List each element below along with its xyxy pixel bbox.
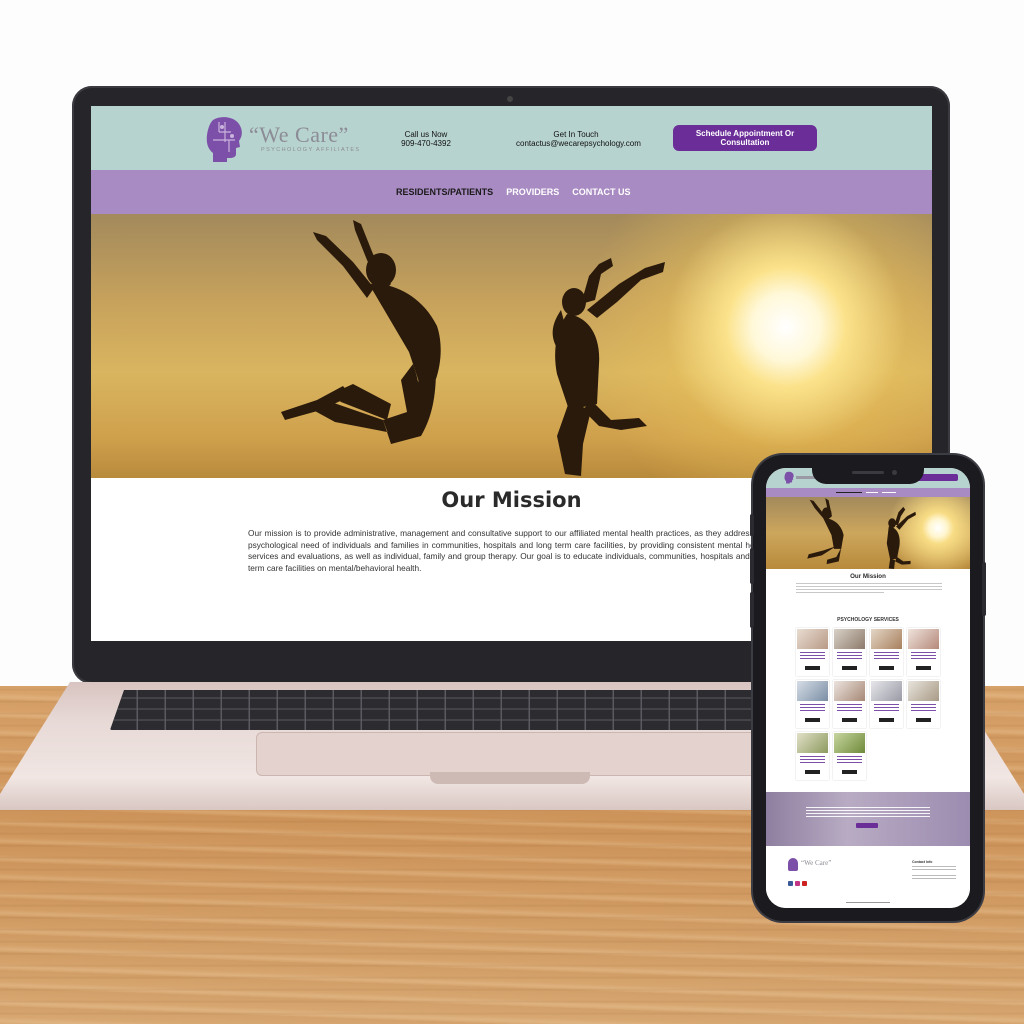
mobile-nav-item-contact[interactable] (882, 492, 896, 493)
mobile-copyright (846, 902, 890, 903)
mobile-footer-contact-title: Contact Info (912, 860, 933, 864)
mobile-banner-text (806, 807, 930, 817)
mobile-nav (766, 488, 970, 497)
service-card[interactable] (833, 680, 866, 728)
phone-number-link[interactable]: 909-470-4392 (391, 139, 461, 148)
phone-speaker (852, 471, 884, 474)
cta-line-1: Schedule Appointment Or (695, 129, 795, 138)
man-silhouette (281, 220, 441, 444)
mobile-services-heading: PSYCHOLOGY SERVICES (837, 617, 899, 623)
phone-mute-switch (750, 514, 754, 536)
phone-notch (812, 464, 924, 484)
phone-volume-down-button (750, 592, 754, 628)
jumping-people-silhouettes (281, 220, 665, 476)
nav-item-residents-patients[interactable]: RESIDENTS/PATIENTS (396, 187, 493, 197)
youtube-icon[interactable] (802, 881, 807, 886)
service-card[interactable] (833, 732, 866, 780)
mobile-nav-item-residents[interactable] (836, 492, 862, 493)
mobile-puzzle-head-icon (784, 471, 794, 484)
mobile-footer-wordmark: “We Care” (801, 859, 832, 867)
service-card[interactable] (907, 628, 940, 676)
service-card[interactable] (870, 628, 903, 676)
call-us-label: Call us Now (404, 130, 448, 139)
puzzle-head-icon (206, 117, 242, 162)
get-in-touch-block: Get In Touch contactus@wecarepsychology.… (516, 130, 641, 148)
laptop-lid-notch (430, 772, 590, 784)
mission-paragraph: Our mission is to provide administrative… (248, 528, 768, 573)
mobile-jumping-silhouettes (807, 498, 916, 569)
mobile-nav-item-providers[interactable] (866, 492, 878, 493)
call-us-block: Call us Now 909-470-4392 (391, 130, 461, 148)
mobile-mission-paragraph (796, 583, 942, 595)
get-in-touch-label: Get In Touch (553, 130, 599, 139)
service-card[interactable] (796, 628, 829, 676)
mobile-services-grid (796, 628, 942, 780)
mobile-mission-heading: Our Mission (850, 573, 886, 580)
schedule-appointment-button[interactable]: Schedule Appointment Or Consultation (673, 125, 817, 151)
logo-tagline: PSYCHOLOGY AFFILIATES (261, 147, 361, 153)
service-card[interactable] (796, 680, 829, 728)
mobile-hero-image (766, 497, 970, 569)
mobile-footer-contact: Contact Info (912, 860, 956, 879)
phone-volume-up-button (750, 548, 754, 584)
laptop-keyboard (110, 690, 770, 730)
woman-silhouette (552, 258, 665, 476)
hero-image-jumping-silhouettes (91, 214, 932, 478)
main-nav: RESIDENTS/PATIENTS PROVIDERS CONTACT US (91, 170, 932, 214)
mobile-footer-head-icon (788, 858, 798, 871)
cta-line-2: Consultation (720, 138, 770, 147)
phone-screen: Our Mission PSYCHOLOGY SERVICES “We Care… (766, 468, 970, 908)
mobile-banner-button[interactable] (856, 823, 878, 828)
service-card[interactable] (907, 680, 940, 728)
mobile-connect-banner (766, 792, 970, 846)
laptop-trackpad (256, 732, 758, 776)
service-card[interactable] (796, 732, 829, 780)
logo-wordmark: “We Care” (249, 122, 349, 147)
instagram-icon[interactable] (795, 881, 800, 886)
nav-item-providers[interactable]: PROVIDERS (506, 187, 559, 197)
phone-front-camera (892, 470, 897, 475)
service-card[interactable] (833, 628, 866, 676)
site-logo[interactable]: “We Care” PSYCHOLOGY AFFILIATES (205, 116, 365, 164)
service-card[interactable] (870, 680, 903, 728)
facebook-icon[interactable] (788, 881, 793, 886)
nav-item-contact-us[interactable]: CONTACT US (572, 187, 630, 197)
site-header: “We Care” PSYCHOLOGY AFFILIATES Call us … (91, 106, 932, 170)
email-link[interactable]: contactus@wecarepsychology.com (516, 139, 641, 148)
mobile-footer-logo[interactable]: “We Care” (788, 858, 848, 872)
phone-power-button (982, 562, 986, 616)
laptop-camera (507, 96, 513, 102)
